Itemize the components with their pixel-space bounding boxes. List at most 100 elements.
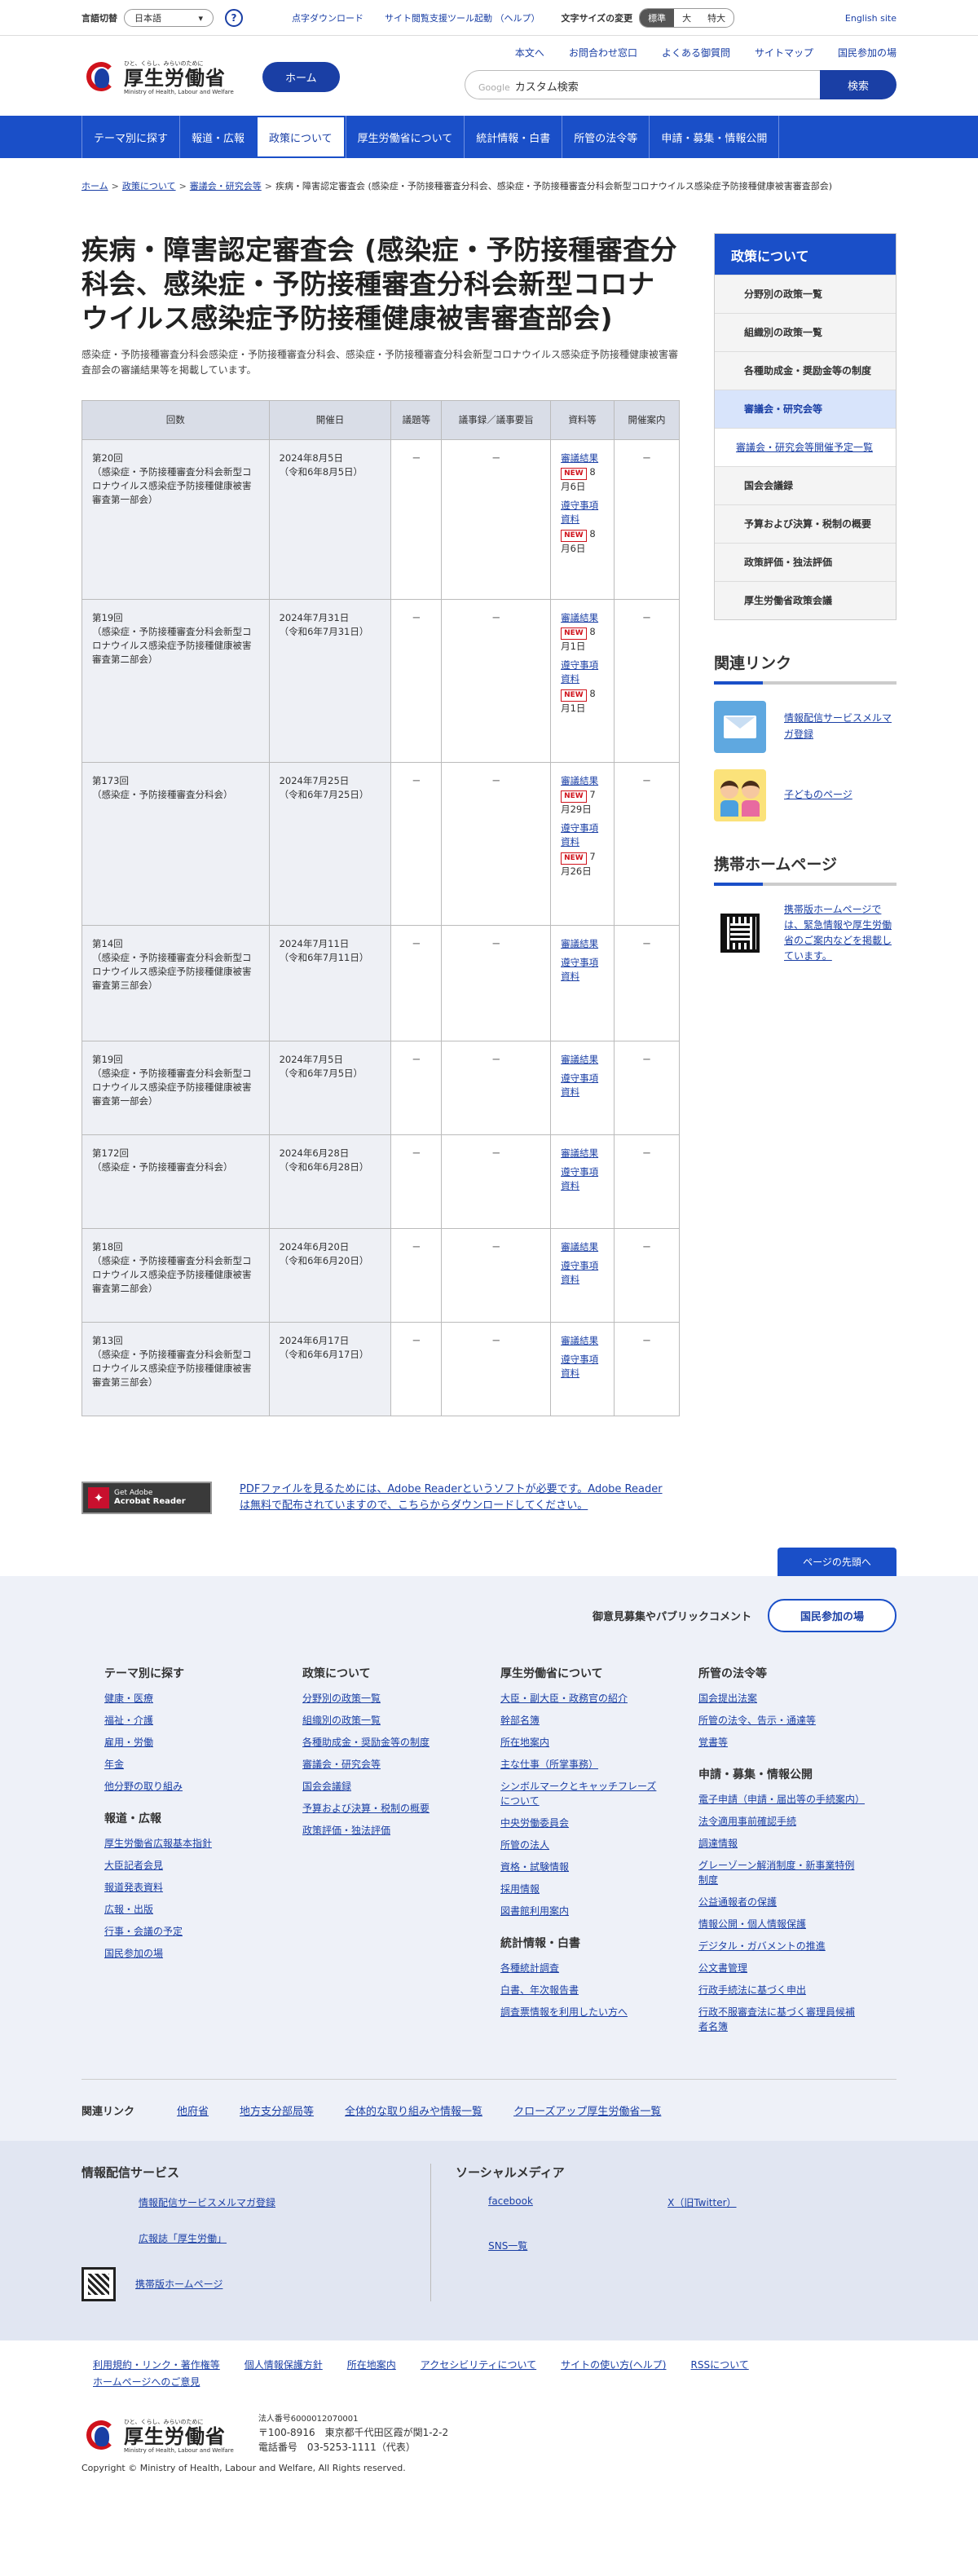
footer-link[interactable]: 組織別の政策一覧	[302, 1713, 465, 1728]
footer-link[interactable]: 所管の法人	[500, 1838, 663, 1852]
sidebar-item-subsidies[interactable]: 各種助成金・奨励金等の制度	[715, 350, 896, 390]
accessibility-link[interactable]: アクセシビリティについて	[421, 2357, 536, 2373]
footer-link[interactable]: 各種助成金・奨励金等の制度	[302, 1735, 465, 1750]
sidebar-item-budget[interactable]: 予算および決算・税制の概要	[715, 504, 896, 543]
footer-link[interactable]: 大臣・副大臣・政務官の紹介	[500, 1691, 663, 1706]
font-size-xlarge[interactable]: 特大	[699, 9, 734, 27]
footer-link[interactable]: 報道発表資料	[104, 1880, 267, 1895]
back-to-top-button[interactable]: ページの先頭へ	[778, 1548, 896, 1577]
footer-link[interactable]: 福祉・介護	[104, 1713, 267, 1728]
footer-link[interactable]: 予算および決算・税制の概要	[302, 1801, 465, 1816]
mobile-site-link[interactable]: 携帯版ホームページでは、緊急情報や厚生労働省のご案内などを掲載しています。	[784, 902, 896, 965]
compliance-doc-link[interactable]: 遵守事項資料	[561, 1072, 604, 1100]
minutes-result-link[interactable]: 審議結果	[561, 1147, 604, 1160]
nav-statistics[interactable]: 統計情報・白書	[464, 116, 562, 158]
footer-link[interactable]: 法令適用事前確認手続	[698, 1814, 861, 1829]
footer-link[interactable]: 分野別の政策一覧	[302, 1691, 465, 1706]
footer-link[interactable]: 資格・試験情報	[500, 1860, 663, 1874]
footer-link[interactable]: 政策評価・独法評価	[302, 1823, 465, 1838]
footer-link[interactable]: 広報・出版	[104, 1902, 267, 1917]
compliance-doc-link[interactable]: 遵守事項資料	[561, 822, 598, 848]
sidebar-item-by-org[interactable]: 組織別の政策一覧	[715, 312, 896, 351]
footer-link[interactable]: 所在地案内	[500, 1735, 663, 1750]
footer-link[interactable]: 各種統計調査	[500, 1961, 663, 1975]
nav-themes[interactable]: テーマ別に探す	[82, 116, 179, 158]
footer-link[interactable]: 行政手続法に基づく申出	[698, 1983, 861, 1997]
footer-link[interactable]: 厚生労働省広報基本指針	[104, 1836, 267, 1851]
site-logo[interactable]: ひと、くらし、みらいのために 厚生労働省 Ministry of Health,…	[82, 59, 234, 96]
footer-logo[interactable]: ひと、くらし、みらいのために 厚生労働省 Ministry of Health,…	[82, 2417, 234, 2455]
sidebar-heading[interactable]: 政策について	[715, 233, 896, 275]
language-select[interactable]: 日本語 ▾	[124, 9, 214, 27]
minutes-result-link[interactable]: 審議結果	[561, 452, 598, 464]
footer-link[interactable]: 公益通報者の保護	[698, 1895, 861, 1909]
minutes-result-link[interactable]: 審議結果	[561, 1334, 604, 1348]
footer-link[interactable]: 幹部名簿	[500, 1713, 663, 1728]
mailmag-link-text[interactable]: 情報配信サービスメルマガ登録	[784, 711, 896, 742]
nav-press[interactable]: 報道・広報	[179, 116, 256, 158]
footer-related-closeup[interactable]: クローズアップ厚生労働省一覧	[513, 2103, 661, 2118]
footer-link[interactable]: 国民参加の場	[104, 1946, 267, 1961]
footer-link[interactable]: シンボルマークとキャッチフレーズについて	[500, 1779, 663, 1808]
sns-list-link[interactable]: SNS一覧	[488, 2239, 667, 2252]
facebook-link[interactable]: facebook	[488, 2195, 667, 2209]
breadcrumb-home[interactable]: ホーム	[82, 181, 108, 192]
sitemap-link[interactable]: サイトマップ	[755, 46, 813, 59]
sidebar-item-policy-meeting[interactable]: 厚生労働省政策会議	[715, 580, 896, 619]
footer-link[interactable]: 審議会・研究会等	[302, 1757, 465, 1772]
minutes-result-link[interactable]: 審議結果	[561, 1053, 604, 1067]
footer-link[interactable]: 主な仕事（所掌事務）	[500, 1757, 663, 1772]
rss-link[interactable]: RSSについて	[691, 2357, 749, 2373]
footer-related-ministries[interactable]: 他府省	[177, 2103, 209, 2118]
accessibility-tool-link[interactable]: サイト閲覧支援ツール起動 （ヘルプ）	[385, 11, 540, 24]
location-link[interactable]: 所在地案内	[347, 2357, 396, 2373]
breadcrumb-councils[interactable]: 審議会・研究会等	[190, 181, 262, 192]
minutes-result-link[interactable]: 審議結果	[561, 775, 598, 786]
footer-link[interactable]: 採用情報	[500, 1882, 663, 1896]
home-button[interactable]: ホーム	[262, 62, 340, 92]
related-link-mailmag[interactable]: 情報配信サービスメルマガ登録	[714, 700, 896, 753]
footer-link[interactable]: 公文書管理	[698, 1961, 861, 1975]
skip-to-content-link[interactable]: 本文へ	[515, 46, 544, 59]
sidebar-item-diet-records[interactable]: 国会会議録	[715, 465, 896, 504]
footer-link[interactable]: 他分野の取り組み	[104, 1779, 267, 1794]
kids-link-text[interactable]: 子どものページ	[784, 787, 852, 803]
footer-link[interactable]: 行事・会議の予定	[104, 1924, 267, 1939]
compliance-doc-link[interactable]: 遵守事項資料	[561, 500, 598, 525]
help-icon[interactable]: ?	[225, 9, 243, 27]
footer-link[interactable]: 所管の法令、告示・通達等	[698, 1713, 861, 1728]
minutes-result-link[interactable]: 審議結果	[561, 612, 598, 623]
footer-link[interactable]: 中央労働委員会	[500, 1816, 663, 1830]
footer-link[interactable]: 情報公開・個人情報保護	[698, 1917, 861, 1931]
compliance-doc-link[interactable]: 遵守事項資料	[561, 659, 598, 685]
nav-policy[interactable]: 政策について	[256, 116, 346, 158]
font-size-large[interactable]: 大	[674, 9, 699, 27]
footer-link[interactable]: 年金	[104, 1757, 267, 1772]
contact-link[interactable]: お問合わせ窓口	[569, 46, 637, 59]
compliance-doc-link[interactable]: 遵守事項資料	[561, 956, 604, 984]
faq-link[interactable]: よくある御質問	[662, 46, 730, 59]
public-participation-button[interactable]: 国民参加の場	[767, 1599, 896, 1633]
sidebar-item-by-field[interactable]: 分野別の政策一覧	[715, 274, 896, 313]
footer-link[interactable]: グレーゾーン解消制度・新事業特例制度	[698, 1858, 861, 1887]
footer-link[interactable]: 大臣記者会見	[104, 1858, 267, 1873]
sidebar-subitem-schedule[interactable]: 審議会・研究会等開催予定一覧	[715, 427, 896, 466]
compliance-doc-link[interactable]: 遵守事項資料	[561, 1353, 604, 1381]
info-magazine-link[interactable]: 広報誌「厚生労働」	[139, 2231, 302, 2246]
adobe-reader-badge[interactable]: ✦ Get Adobe Acrobat Reader	[82, 1481, 212, 1514]
terms-link[interactable]: 利用規約・リンク・著作権等	[93, 2357, 220, 2373]
x-twitter-link[interactable]: X（旧Twitter）	[667, 2195, 847, 2209]
minutes-result-link[interactable]: 審議結果	[561, 937, 604, 951]
feedback-link[interactable]: ホームページへのご意見	[93, 2374, 200, 2390]
adobe-download-link[interactable]: PDFファイルを見るためには、Adobe Readerというソフトが必要です。A…	[240, 1482, 672, 1516]
minutes-result-link[interactable]: 審議結果	[561, 1240, 604, 1254]
footer-link[interactable]: 雇用・労働	[104, 1735, 267, 1750]
footer-link[interactable]: 覚書等	[698, 1735, 861, 1750]
privacy-link[interactable]: 個人情報保護方針	[244, 2357, 323, 2373]
related-link-kids[interactable]: 子どものページ	[714, 768, 896, 821]
sidebar-item-councils[interactable]: 審議会・研究会等	[715, 389, 896, 428]
footer-link[interactable]: 健康・医療	[104, 1691, 267, 1706]
braille-download-link[interactable]: 点字ダウンロード	[292, 11, 363, 24]
info-mailmag-link[interactable]: 情報配信サービスメルマガ登録	[139, 2195, 302, 2210]
compliance-doc-link[interactable]: 遵守事項資料	[561, 1259, 604, 1288]
